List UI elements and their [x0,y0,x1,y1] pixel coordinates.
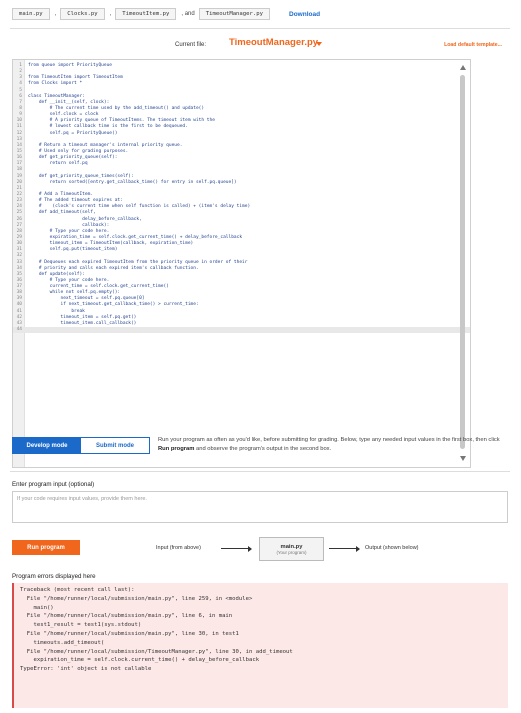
develop-mode-button[interactable]: Develop mode [12,437,82,454]
error-line: expiration_time = self.clock.current_tim… [20,657,260,664]
current-file-label: Current file: [175,42,207,48]
main-program-box: main.py (Your program) [259,537,324,561]
file-tab-timeoutmanager[interactable]: TimeoutManager.py [198,8,271,20]
current-file-dropdown[interactable]: TimeoutManager.py [229,37,318,48]
code-text[interactable]: return sorted([entry.get_callback_time()… [24,180,237,186]
program-errors-box: Traceback (most recent call last): File … [12,583,508,708]
current-file-bar: Current file: TimeoutManager.py Load def… [12,37,512,51]
error-line: main() [20,604,54,611]
code-text[interactable]: self.pq = PriorityQueue() [24,131,118,137]
chevron-down-icon[interactable] [316,42,322,46]
mode-description-text-end: and observe the program's output in the … [194,445,332,452]
mode-description-bold: Run program [158,445,195,452]
arrow-right-icon [329,545,360,552]
code-lines[interactable]: 1 from queue import PriorityQueue 2 3 from T… [13,63,470,334]
code-text[interactable]: return self.pq [24,161,88,167]
run-program-button[interactable]: Run program [12,540,80,555]
code-editor[interactable]: 1 from queue import PriorityQueue 2 3 from T… [12,59,471,468]
code-line[interactable]: 44 [13,327,470,334]
error-line: test1_result = test1(sys.stdout) [20,622,142,629]
file-tab-main[interactable]: main.py [12,8,50,20]
line-number: 44 [16,327,22,333]
file-list: main.py , Clocks.py , TimeoutItem.py , a… [12,6,512,22]
file-separator: , [109,11,112,17]
error-line: File "/home/runner/local/submission/main… [20,613,233,620]
arrow-right-icon [221,545,252,552]
program-errors-label: Program errors displayed here [12,573,96,580]
scroll-up-icon[interactable] [460,65,466,70]
mode-description-text: Run your program as often as you'd like,… [158,437,500,443]
divider [10,471,510,472]
editor-scrollbar[interactable] [457,59,468,466]
file-separator: , [54,11,57,17]
load-default-template-link[interactable]: Load default template... [444,42,502,48]
input-from-label: Input (from above) [156,545,201,551]
file-separator: , and [181,11,195,17]
error-line: File "/home/runner/local/submission/main… [20,595,253,602]
download-link[interactable]: Download [289,11,320,18]
divider [10,28,510,29]
error-line: File "/home/runner/local/submission/main… [20,630,239,637]
mode-description: Run your program as often as you'd like,… [158,436,510,453]
code-text[interactable]: timeout_item.call_callback() [24,321,137,327]
program-input-field[interactable] [12,491,508,523]
error-line: File "/home/runner/local/submission/Time… [20,648,293,655]
submit-mode-button[interactable]: Submit mode [80,437,150,454]
code-text[interactable]: from Clocks import * [24,81,82,87]
scroll-down-icon[interactable] [460,456,466,461]
error-line: Traceback (most recent call last): [20,587,135,593]
error-line: TypeError: 'int' object is not callable [20,666,152,673]
file-tab-timeoutitem[interactable]: TimeoutItem.py [115,8,177,20]
program-input-label: Enter program input (optional) [12,481,95,488]
scrollbar-thumb[interactable] [460,75,465,449]
output-label: Output (shown below) [365,545,419,551]
code-text[interactable]: self.pq.put(timeout_item) [24,247,118,253]
code-text[interactable] [24,327,28,333]
code-text[interactable]: from queue import PriorityQueue [24,63,112,69]
file-tab-clocks[interactable]: Clocks.py [60,8,105,20]
error-line: timeouts.add_timeout( [20,639,105,646]
main-program-subtitle: (Your program) [276,549,307,555]
